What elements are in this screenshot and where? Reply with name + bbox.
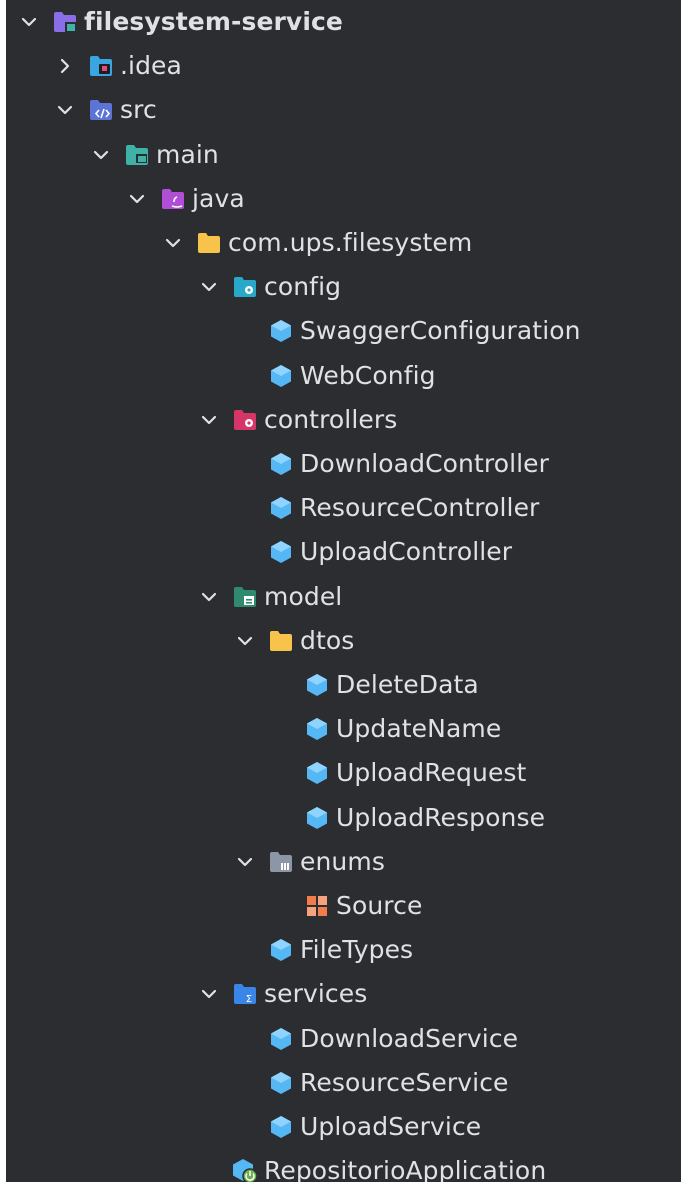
config-folder-icon bbox=[232, 274, 258, 300]
tree-node-deletedata[interactable]: DeleteData bbox=[6, 663, 681, 707]
tree-node-label: ResourceService bbox=[300, 1067, 509, 1097]
tree-node-uploadservice[interactable]: UploadService bbox=[6, 1105, 681, 1149]
tree-node-label: Source bbox=[336, 891, 423, 920]
tree-node-repositorioapplication[interactable]: RepositorioApplication bbox=[6, 1149, 681, 1182]
tree-node-swaggerconfiguration[interactable]: SwaggerConfiguration bbox=[6, 309, 681, 353]
tree-node-uploadrequest[interactable]: UploadRequest bbox=[6, 751, 681, 795]
tree-node-controllers[interactable]: controllers bbox=[6, 398, 681, 442]
services-folder-icon: Σ bbox=[232, 981, 258, 1007]
chevron-down-icon[interactable] bbox=[88, 142, 114, 168]
chevron-down-icon[interactable] bbox=[196, 584, 222, 610]
tree-node-resourceservice[interactable]: ResourceService bbox=[6, 1061, 681, 1105]
tree-node-source[interactable]: Source bbox=[6, 884, 681, 928]
chevron-down-icon[interactable] bbox=[196, 981, 222, 1007]
class-icon bbox=[304, 805, 330, 831]
tree-node-label: com.ups.filesystem bbox=[228, 228, 473, 257]
tree-node-idea[interactable]: .idea bbox=[6, 44, 681, 88]
tree-node-label: filesystem-service bbox=[84, 7, 343, 36]
class-icon bbox=[268, 1026, 294, 1052]
tree-node-label: RepositorioApplication bbox=[264, 1156, 547, 1182]
tree-node-downloadservice[interactable]: DownloadService bbox=[6, 1017, 681, 1061]
tree-node-src[interactable]: src bbox=[6, 88, 681, 132]
tree-node-uploadcontroller[interactable]: UploadController bbox=[6, 530, 681, 574]
tree-node-model[interactable]: model bbox=[6, 575, 681, 619]
tree-node-label: UpdateName bbox=[336, 714, 502, 744]
tree-node-label: src bbox=[120, 95, 157, 125]
chevron-down-icon[interactable] bbox=[160, 230, 186, 256]
idea-folder-icon bbox=[88, 53, 114, 79]
tree-node-main[interactable]: main bbox=[6, 133, 681, 177]
class-icon bbox=[268, 318, 294, 344]
svg-text:Σ: Σ bbox=[246, 994, 252, 1005]
tree-node-label: UploadRequest bbox=[336, 758, 527, 788]
class-icon bbox=[268, 1114, 294, 1140]
class-icon bbox=[268, 495, 294, 521]
chevron-down-icon[interactable] bbox=[232, 628, 258, 654]
chevron-down-icon[interactable] bbox=[16, 9, 42, 35]
tree-node-enums[interactable]: enums bbox=[6, 840, 681, 884]
tree-node-label: UploadResponse bbox=[336, 802, 546, 832]
tree-node-label: model bbox=[264, 581, 343, 611]
tree-node-label: main bbox=[156, 139, 219, 169]
chevron-right-icon[interactable] bbox=[52, 53, 78, 79]
tree-node-label: WebConfig bbox=[300, 360, 436, 390]
package-folder-icon bbox=[196, 230, 222, 256]
tree-node-filetypes[interactable]: FileTypes bbox=[6, 928, 681, 972]
tree-node-webconfig[interactable]: WebConfig bbox=[6, 354, 681, 398]
class-icon bbox=[268, 937, 294, 963]
tree-node-java[interactable]: java bbox=[6, 177, 681, 221]
tree-node-uploadresponse[interactable]: UploadResponse bbox=[6, 796, 681, 840]
enum-icon bbox=[304, 893, 330, 919]
main-folder-icon bbox=[124, 142, 150, 168]
tree-node-downloadcontroller[interactable]: DownloadController bbox=[6, 442, 681, 486]
folder-icon bbox=[268, 628, 294, 654]
tree-node-label: UploadService bbox=[300, 1112, 482, 1141]
tree-node-label: enums bbox=[300, 846, 385, 876]
tree-node-updatename[interactable]: UpdateName bbox=[6, 707, 681, 751]
class-icon bbox=[304, 716, 330, 742]
chevron-down-icon[interactable] bbox=[196, 274, 222, 300]
tree-node-label: config bbox=[264, 272, 342, 302]
java-folder-icon bbox=[160, 186, 186, 212]
tree-node-label: controllers bbox=[264, 404, 398, 434]
tree-node-label: ResourceController bbox=[300, 493, 540, 523]
class-icon bbox=[304, 760, 330, 786]
tree-node-filesystem-service[interactable]: filesystem-service bbox=[6, 0, 681, 44]
chevron-down-icon[interactable] bbox=[196, 407, 222, 433]
tree-node-config[interactable]: config bbox=[6, 265, 681, 309]
tree-node-label: services bbox=[264, 979, 368, 1009]
enums-folder-icon bbox=[268, 849, 294, 875]
class-icon bbox=[268, 363, 294, 389]
tree-node-label: DeleteData bbox=[336, 670, 479, 699]
source-folder-icon bbox=[88, 97, 114, 123]
chevron-down-icon[interactable] bbox=[52, 97, 78, 123]
class-icon bbox=[268, 539, 294, 565]
tree-node-com-ups-filesystem[interactable]: com.ups.filesystem bbox=[6, 221, 681, 265]
tree-node-resourcecontroller[interactable]: ResourceController bbox=[6, 486, 681, 530]
tree-node-label: .idea bbox=[120, 51, 182, 81]
tree-node-label: SwaggerConfiguration bbox=[300, 316, 581, 346]
tree-node-dtos[interactable]: dtos bbox=[6, 619, 681, 663]
chevron-down-icon[interactable] bbox=[232, 849, 258, 875]
controllers-folder-icon bbox=[232, 407, 258, 433]
tree-node-label: dtos bbox=[300, 625, 355, 655]
class-icon bbox=[268, 1070, 294, 1096]
chevron-down-icon[interactable] bbox=[124, 186, 150, 212]
spring-boot-class-icon bbox=[232, 1158, 258, 1182]
model-folder-icon bbox=[232, 584, 258, 610]
project-tree-panel: filesystem-service .idea src main java c… bbox=[6, 0, 681, 1182]
tree-node-label: DownloadService bbox=[300, 1023, 519, 1053]
tree-node-label: java bbox=[192, 183, 245, 213]
tree-node-label: UploadController bbox=[300, 537, 513, 567]
class-icon bbox=[304, 672, 330, 698]
tree-node-label: DownloadController bbox=[300, 449, 550, 478]
module-folder-icon bbox=[52, 9, 78, 35]
tree-node-services[interactable]: Σservices bbox=[6, 972, 681, 1016]
class-icon bbox=[268, 451, 294, 477]
tree-node-label: FileTypes bbox=[300, 935, 414, 965]
